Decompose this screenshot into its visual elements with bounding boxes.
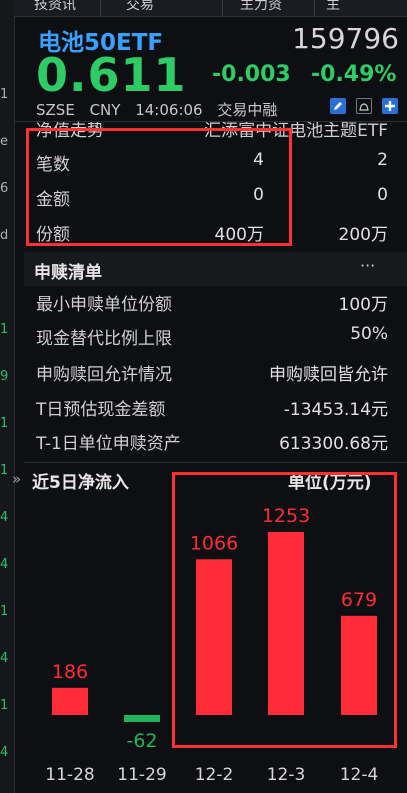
left-edge-glyph: 9	[0, 369, 9, 384]
list-item: T日预估现金差额 -13453.14元	[36, 395, 388, 423]
left-edge-glyph: 1	[0, 322, 9, 337]
alert-bell-icon[interactable]	[356, 98, 372, 114]
edit-icon[interactable]	[330, 98, 346, 114]
row-value-2: 200万	[338, 225, 388, 245]
tab-main-funds[interactable]: 主力资	[240, 0, 282, 13]
item-label: 现金替代比例上限	[36, 329, 172, 349]
left-panel-edge: 1 e 6 d 1 9 1 1 4 4 1 4 1 4	[0, 0, 15, 793]
price-change: -0.003	[212, 62, 291, 87]
currency-label: CNY	[89, 101, 121, 119]
tab-divider	[100, 0, 101, 16]
left-edge-glyph: 1	[0, 416, 9, 431]
x-axis-date-label: 12-3	[267, 765, 306, 785]
list-item: T-1日单位申赎资产 613300.68元	[36, 429, 388, 457]
more-options-icon[interactable]: ···	[360, 256, 375, 275]
list-item: 现金替代比例上限 50%	[36, 324, 388, 352]
x-axis-date-label: 11-28	[45, 765, 94, 785]
item-label: T日预估现金差额	[36, 400, 166, 420]
item-value: -13453.14元	[283, 400, 388, 420]
add-watchlist-icon[interactable]	[382, 98, 398, 114]
tab-divider	[314, 0, 315, 16]
left-edge-glyph: 1	[0, 87, 9, 102]
item-value: 100万	[338, 295, 388, 315]
left-edge-glyph: e	[0, 134, 8, 149]
expand-chevron-icon[interactable]: »	[12, 470, 21, 488]
x-axis-date-label: 11-29	[117, 765, 166, 785]
bar-value-label: 186	[52, 661, 88, 683]
left-edge-glyph: 1	[0, 698, 9, 713]
left-edge-glyph: 1	[0, 604, 9, 619]
stock-code: 159796	[292, 22, 399, 55]
item-value: 613300.68元	[279, 434, 388, 454]
tab-tech-news[interactable]: 技资讯	[34, 0, 76, 13]
item-label: 最小申赎单位份额	[36, 295, 172, 315]
quote-meta: SZSE CNY 14:06:06 交易中融	[36, 99, 287, 120]
list-item: 最小申赎单位份额 100万	[36, 290, 388, 318]
highlight-box	[26, 128, 292, 246]
row-value-2: 0	[377, 185, 388, 205]
highlight-box	[172, 472, 397, 748]
last-price: 0.611	[36, 48, 187, 102]
top-tab-bar: 技资讯 交易 主力资 主	[14, 0, 407, 17]
quote-time: 14:06:06	[135, 101, 203, 119]
left-edge-glyph: 4	[0, 510, 9, 525]
left-edge-glyph: 6	[0, 181, 9, 196]
chart-bar	[52, 687, 88, 715]
chart-bar	[124, 715, 160, 722]
price-change-percent: -0.49%	[311, 62, 397, 87]
tab-more[interactable]: 主	[326, 0, 340, 13]
trading-status: 交易中融	[217, 101, 278, 119]
left-edge-glyph: 4	[0, 745, 9, 760]
row-value-2: 2	[377, 150, 388, 170]
item-label: 申购赎回允许情况	[36, 365, 172, 385]
left-edge-glyph: 1	[0, 463, 9, 478]
item-label: T-1日单位申赎资产	[36, 434, 181, 454]
left-edge-glyph: 4	[0, 651, 9, 666]
left-edge-glyph: d	[0, 228, 9, 243]
section-divider	[24, 462, 407, 463]
item-value: 50%	[350, 324, 388, 344]
bar-value-label: -62	[126, 730, 157, 752]
item-value: 申购赎回皆允许	[269, 365, 388, 385]
left-edge-glyph: 4	[0, 557, 9, 572]
tab-divider	[222, 0, 223, 16]
list-item: 申购赎回允许情况 申购赎回皆允许	[36, 360, 388, 388]
x-axis-date-label: 12-4	[340, 765, 379, 785]
subscription-list-title: 申赎清单	[34, 263, 102, 283]
exchange-label: SZSE	[36, 101, 75, 119]
x-axis-date-label: 12-2	[195, 765, 234, 785]
tab-trade[interactable]: 交易	[126, 0, 154, 13]
